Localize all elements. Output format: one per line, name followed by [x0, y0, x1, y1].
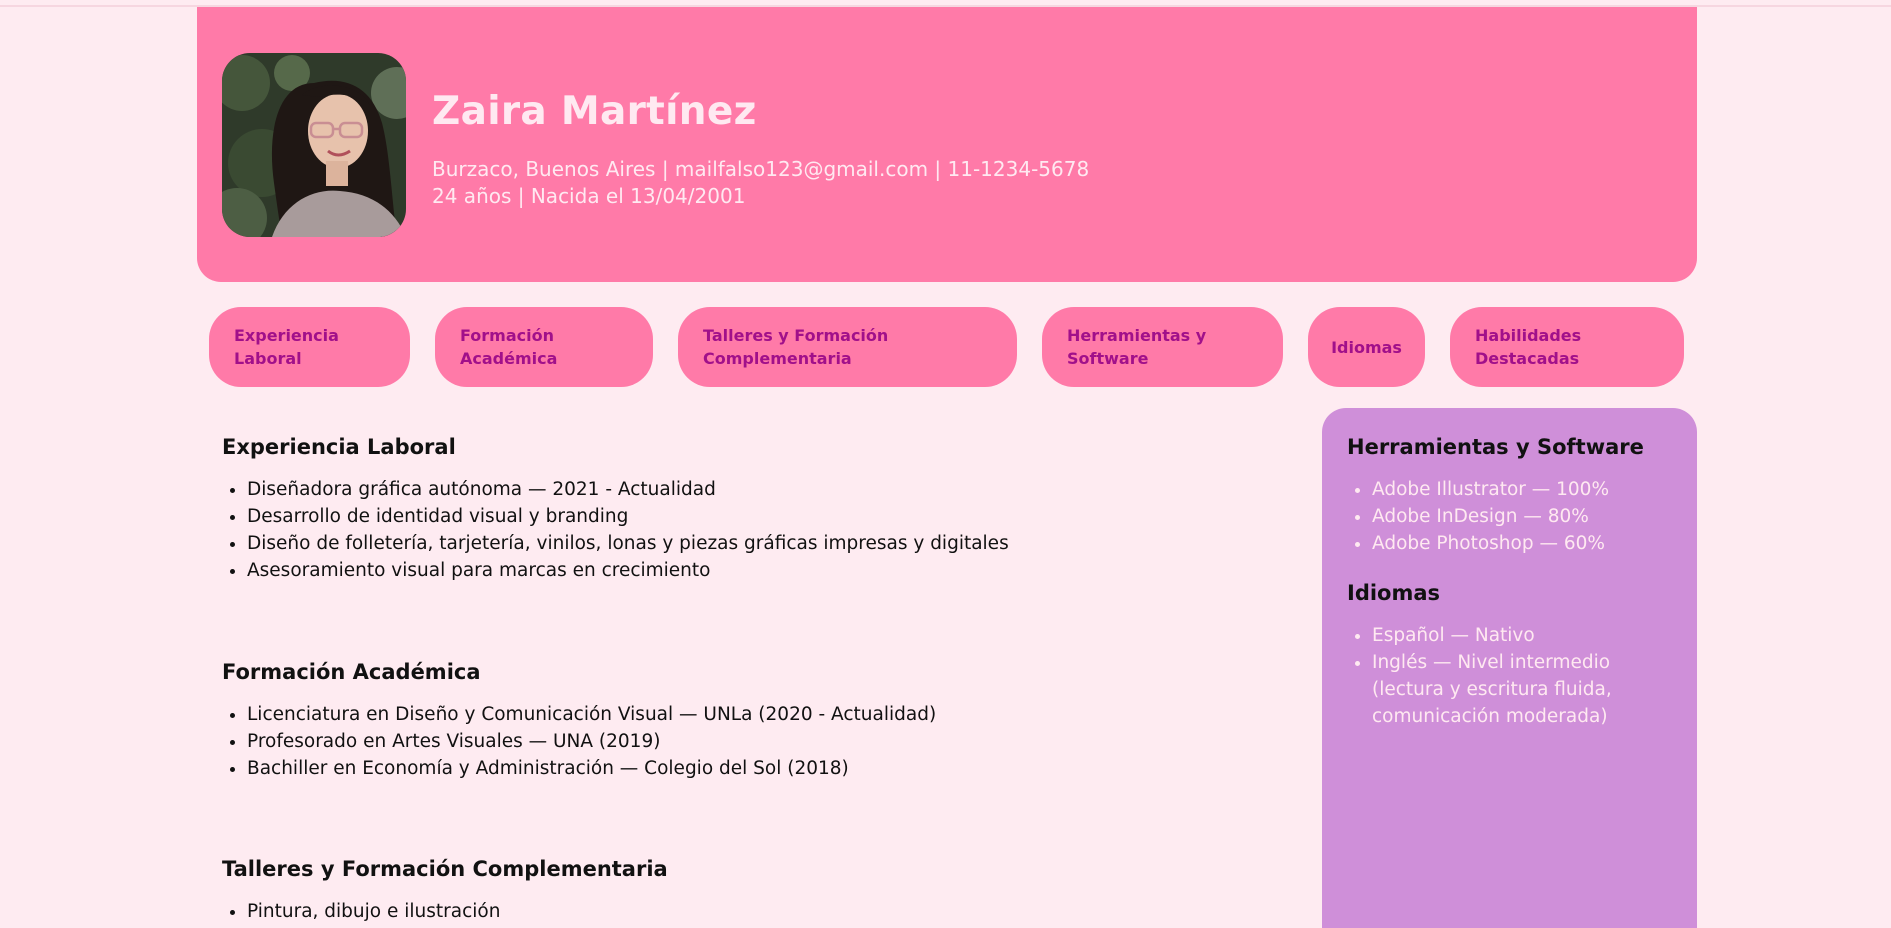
sidebar: Herramientas y Software Adobe Illustrato… — [1322, 408, 1697, 928]
list-item: Asesoramiento visual para marcas en crec… — [247, 557, 1272, 584]
nav-languages-label: Idiomas — [1331, 337, 1402, 357]
workshops-title: Talleres y Formación Complementaria — [222, 857, 668, 881]
profile-photo — [222, 53, 406, 237]
education-title: Formación Académica — [222, 660, 481, 684]
languages-block: Idiomas Español — Nativo Inglés — Nivel … — [1347, 576, 1687, 730]
list-item: Diseñadora gráfica autónoma — 2021 - Act… — [247, 476, 1272, 503]
list-item: Adobe Photoshop — 60% — [1372, 530, 1687, 557]
avatar — [222, 53, 406, 237]
list-item: Pintura, dibujo e ilustración — [247, 898, 1272, 925]
nav-skills[interactable]: Habilidades Destacadas — [1450, 307, 1684, 387]
tools-title: Herramientas y Software — [1347, 435, 1644, 459]
workshops-section: Talleres y Formación Complementaria Pint… — [222, 852, 1272, 925]
list-item: Adobe InDesign — 80% — [1372, 503, 1687, 530]
languages-title: Idiomas — [1347, 581, 1441, 605]
list-item: Inglés — Nivel intermedio (lectura y esc… — [1372, 649, 1622, 730]
workshops-list: Pintura, dibujo e ilustración — [222, 898, 1272, 925]
education-list: Licenciatura en Diseño y Comunicación Vi… — [222, 701, 1272, 782]
tools-list: Adobe Illustrator — 100% Adobe InDesign … — [1347, 476, 1687, 557]
profile-header: Zaira Martínez Burzaco, Buenos Aires | m… — [197, 7, 1697, 282]
profile-name: Zaira Martínez — [432, 89, 757, 134]
nav-workshops-label: Talleres y Formación Complementaria — [703, 326, 889, 368]
nav-workshops[interactable]: Talleres y Formación Complementaria — [678, 307, 1017, 387]
experience-section: Experiencia Laboral Diseñadora gráfica a… — [222, 430, 1272, 584]
list-item: Bachiller en Economía y Administración —… — [247, 755, 1272, 782]
contact-info: Burzaco, Buenos Aires | mailfalso123@gma… — [432, 157, 1090, 181]
nav-education[interactable]: Formación Académica — [435, 307, 653, 387]
list-item: Adobe Illustrator — 100% — [1372, 476, 1687, 503]
nav-tools-label: Herramientas y Software — [1067, 326, 1207, 368]
list-item: Español — Nativo — [1372, 622, 1622, 649]
experience-title: Experiencia Laboral — [222, 435, 456, 459]
nav-education-label: Formación Académica — [460, 326, 558, 368]
tools-block: Herramientas y Software Adobe Illustrato… — [1347, 430, 1687, 557]
nav-skills-label: Habilidades Destacadas — [1475, 326, 1582, 368]
education-section: Formación Académica Licenciatura en Dise… — [222, 655, 1272, 782]
list-item: Licenciatura en Diseño y Comunicación Vi… — [247, 701, 1272, 728]
list-item: Desarrollo de identidad visual y brandin… — [247, 503, 1272, 530]
list-item: Diseño de folletería, tarjetería, vinilo… — [247, 530, 1272, 557]
list-item: Profesorado en Artes Visuales — UNA (201… — [247, 728, 1272, 755]
nav-languages[interactable]: Idiomas — [1308, 307, 1425, 387]
experience-list: Diseñadora gráfica autónoma — 2021 - Act… — [222, 476, 1272, 584]
languages-list: Español — Nativo Inglés — Nivel intermed… — [1347, 622, 1687, 730]
nav-experience[interactable]: Experiencia Laboral — [209, 307, 410, 387]
nav-experience-label: Experiencia Laboral — [234, 326, 339, 368]
age-birth-info: 24 años | Nacida el 13/04/2001 — [432, 184, 746, 208]
nav-tools[interactable]: Herramientas y Software — [1042, 307, 1283, 387]
